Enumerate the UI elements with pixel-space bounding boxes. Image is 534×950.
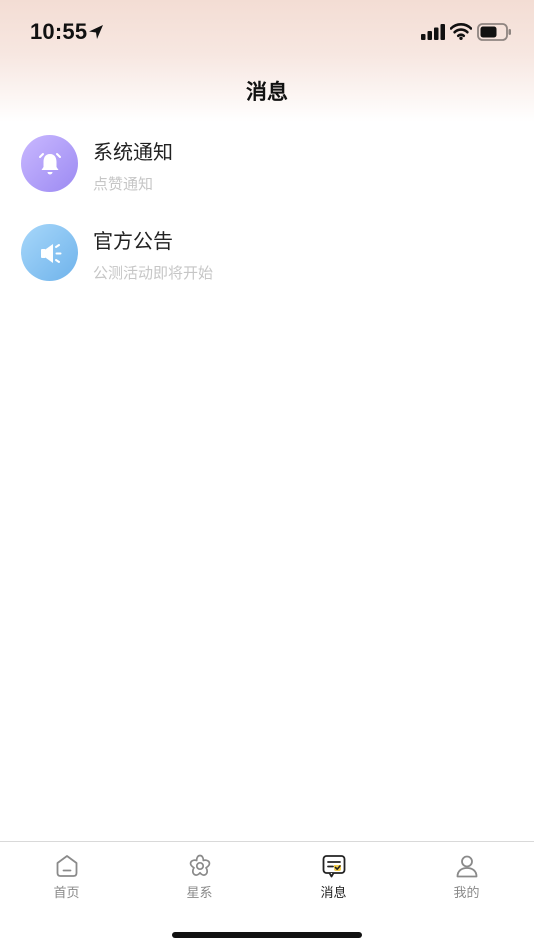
tab-label: 星系 <box>186 886 213 901</box>
tab-label: 我的 <box>453 886 480 901</box>
location-arrow-icon <box>89 25 103 39</box>
message-list: 系统通知 点赞通知 官方公告 公测活动即将开始 <box>0 122 534 300</box>
message-item-official-announcement[interactable]: 官方公告 公测活动即将开始 <box>0 211 534 300</box>
page-title: 消息 <box>246 80 288 104</box>
status-bar: 10:55 <box>0 0 534 64</box>
home-indicator[interactable] <box>172 932 362 938</box>
message-subtitle: 公测活动即将开始 <box>93 264 214 282</box>
tab-label: 消息 <box>320 886 347 901</box>
message-title: 系统通知 <box>93 140 173 164</box>
tab-galaxy[interactable]: 星系 <box>133 842 266 912</box>
cellular-signal-icon <box>421 24 445 40</box>
megaphone-icon <box>40 243 61 263</box>
message-subtitle: 点赞通知 <box>93 175 154 193</box>
tab-profile[interactable]: 我的 <box>400 842 533 912</box>
message-icon <box>322 855 346 878</box>
status-time: 10:55 <box>30 19 88 44</box>
message-item-system-notice[interactable]: 系统通知 点赞通知 <box>0 122 534 211</box>
wifi-icon <box>450 23 472 40</box>
user-icon <box>456 855 478 878</box>
home-icon <box>56 855 78 877</box>
bell-icon <box>38 152 61 174</box>
tab-label: 首页 <box>53 886 80 901</box>
tab-messages[interactable]: 消息 <box>267 842 400 912</box>
system-notice-avatar <box>21 135 78 192</box>
flower-icon <box>189 854 211 876</box>
battery-icon <box>477 23 511 41</box>
tab-home[interactable]: 首页 <box>0 842 133 912</box>
message-title: 官方公告 <box>93 229 173 253</box>
official-announcement-avatar <box>21 224 78 281</box>
